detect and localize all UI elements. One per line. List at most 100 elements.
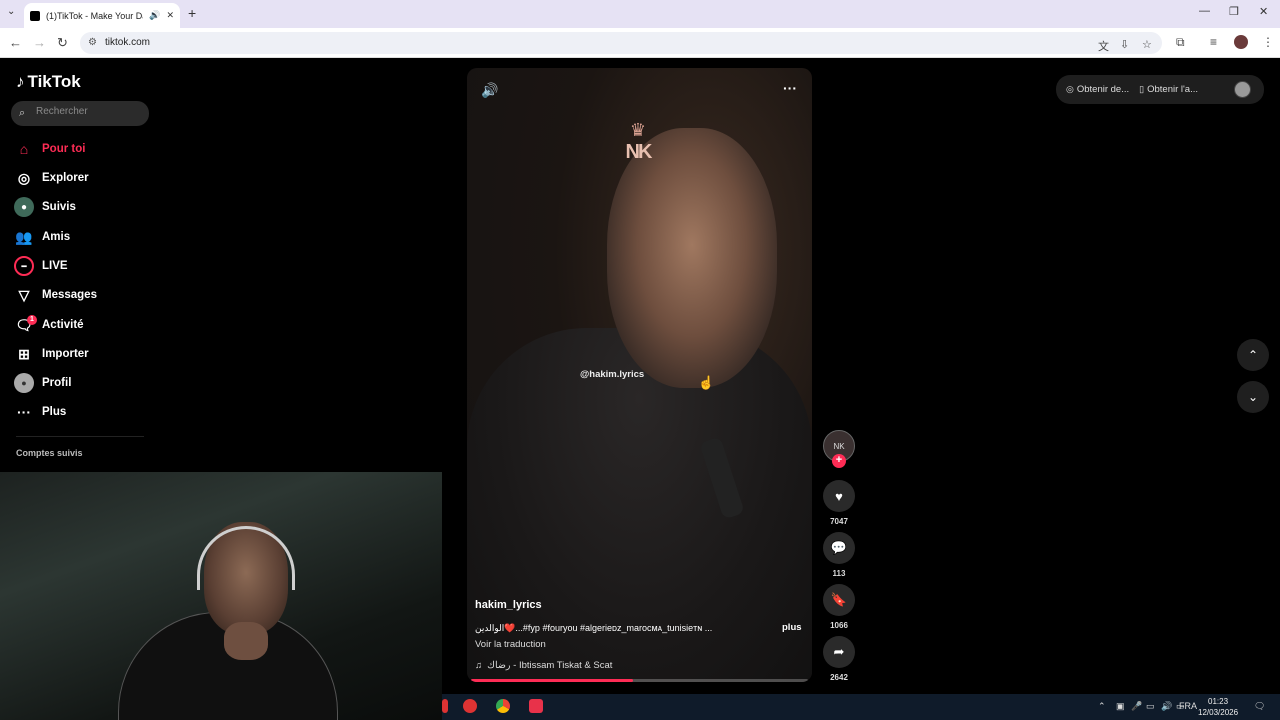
messages-icon: ▽: [18, 286, 30, 303]
activity-badge: 1: [27, 315, 37, 325]
reload-icon[interactable]: ↻: [57, 35, 68, 51]
back-arrow-icon[interactable]: ←: [9, 35, 22, 50]
chrome-profile-avatar[interactable]: [1234, 35, 1248, 49]
video-author[interactable]: hakim_lyrics: [475, 599, 542, 611]
nav-friends[interactable]: 👥 Amis: [14, 225, 154, 249]
headphones-shape: [197, 526, 295, 590]
chevron-down-icon: ⌄: [1247, 390, 1259, 404]
speaker-icon[interactable]: 🔊: [149, 10, 160, 21]
clock-date: 12/03/2026: [1198, 708, 1239, 717]
get-coins-button[interactable]: ◎ Obtenir de...: [1066, 84, 1129, 95]
more-icon: ···: [17, 404, 31, 420]
nav-upload[interactable]: ⊞ Importer: [14, 342, 154, 366]
nav-activity[interactable]: 🗨 1 Activité: [14, 313, 154, 337]
screen: ⌄ (1)TikTok - Make Your Day 🔊 ✕ + — ❐ ✕ …: [0, 0, 1280, 720]
extensions-icon[interactable]: ⧉: [1176, 35, 1185, 50]
video-options-icon[interactable]: ···: [783, 80, 797, 96]
hand-cursor-icon: ☝: [698, 375, 715, 390]
app-icon-partial[interactable]: [442, 699, 448, 713]
following-accounts-heading: Comptes suivis: [16, 448, 83, 458]
next-video-button[interactable]: ⌄: [1237, 381, 1269, 413]
system-clock[interactable]: 01:23 12/03/2026: [1198, 696, 1238, 718]
follow-plus-button[interactable]: +: [832, 454, 846, 468]
app-pink-icon[interactable]: [529, 699, 543, 713]
chrome-menu-icon[interactable]: ⋮: [1262, 35, 1274, 49]
close-window-icon[interactable]: ✕: [1259, 5, 1268, 18]
nav-live[interactable]: ━ LIVE: [14, 254, 154, 278]
friends-icon: 👥: [15, 228, 33, 245]
sidebar-divider: [16, 436, 144, 437]
tiktok-logo[interactable]: ♪ TikTok: [16, 72, 81, 92]
browser-toolbar: ← → ↻ ⚙ tiktok.com 文 ⇩ ☆ ⧉ ≡ ⋮: [0, 28, 1280, 58]
tray-app-icon[interactable]: ▣: [1116, 701, 1125, 712]
clock-time: 01:23: [1208, 697, 1229, 706]
watermark-logo: ♛ NK: [621, 120, 655, 180]
like-count: 7047: [830, 517, 848, 526]
see-translation-link[interactable]: Voir la traduction: [475, 639, 546, 650]
video-player[interactable]: 🔊 ··· ♛ NK @hakim.lyrics ☝ hakim_lyrics …: [467, 68, 812, 682]
tab-list-chevron-icon[interactable]: ⌄: [7, 6, 15, 17]
bookmark-star-icon[interactable]: ☆: [1142, 38, 1152, 51]
profile-icon: ●: [14, 373, 34, 393]
microphone-icon[interactable]: 🎤: [1131, 701, 1142, 712]
share-count: 2642: [830, 673, 848, 682]
nav-for-you[interactable]: ⌂ Pour toi: [14, 137, 154, 161]
webcam-person-hand: [224, 622, 268, 660]
save-button[interactable]: 🔖: [823, 584, 855, 616]
nav-messages[interactable]: ▽ Messages: [14, 283, 154, 307]
description-more-button[interactable]: plus: [782, 622, 802, 633]
minimize-icon[interactable]: —: [1199, 5, 1210, 17]
address-bar[interactable]: ⚙ tiktok.com 文 ⇩ ☆: [80, 32, 1162, 54]
tiktok-note-icon: ♪: [16, 72, 25, 91]
app-red-icon[interactable]: [463, 699, 477, 713]
video-progress-bar[interactable]: [471, 679, 808, 682]
chrome-icon[interactable]: [496, 699, 510, 713]
forward-arrow-icon[interactable]: →: [33, 35, 46, 50]
volume-tray-icon[interactable]: 🔊: [1161, 701, 1172, 712]
comment-button[interactable]: 💬: [823, 532, 855, 564]
nav-more[interactable]: ··· Plus: [14, 400, 154, 424]
watermark-handle: @hakim.lyrics: [580, 369, 645, 380]
comment-icon: 💬: [830, 540, 848, 555]
search-input[interactable]: [36, 106, 141, 117]
media-controls-icon[interactable]: ≡: [1210, 35, 1217, 49]
nav-profile[interactable]: ● Profil: [14, 371, 154, 395]
translate-icon[interactable]: 文: [1098, 38, 1109, 54]
notifications-icon[interactable]: 🗨: [1254, 701, 1265, 712]
webcam-overlay: [0, 472, 442, 720]
volume-icon[interactable]: 🔊: [481, 82, 498, 99]
tab-title: (1)TikTok - Make Your Day: [46, 10, 144, 21]
get-app-button[interactable]: ▯ Obtenir l'a...: [1139, 84, 1198, 95]
crown-icon: ♛: [629, 120, 647, 140]
restore-icon[interactable]: ❐: [1229, 5, 1239, 18]
comment-count: 113: [832, 569, 846, 578]
music-note-icon: ♫: [475, 660, 483, 671]
tray-chevron-icon[interactable]: ⌃: [1098, 701, 1106, 712]
phone-icon: ▯: [1139, 84, 1145, 94]
nav-following[interactable]: ● Suivis: [14, 195, 154, 219]
site-info-icon[interactable]: ⚙: [88, 37, 97, 48]
coin-icon: ◎: [1066, 84, 1074, 94]
language-indicator[interactable]: FRA: [1179, 701, 1197, 711]
new-tab-plus-icon[interactable]: +: [188, 5, 196, 21]
like-button[interactable]: ♥: [823, 480, 855, 512]
save-count: 1066: [830, 621, 848, 630]
video-description: الوالدين❤️...#fyp #fouryou #algerieᴅᴢ_ma…: [475, 623, 713, 633]
previous-video-button[interactable]: ⌃: [1237, 339, 1269, 371]
search-bar[interactable]: ⌕: [11, 101, 149, 126]
bookmark-icon: 🔖: [830, 592, 848, 607]
network-icon[interactable]: ▭: [1146, 701, 1155, 712]
browser-tab[interactable]: (1)TikTok - Make Your Day 🔊 ✕: [24, 3, 180, 28]
nav-explore[interactable]: ◎ Explorer: [14, 166, 154, 190]
upload-icon: ⊞: [18, 345, 30, 362]
music-title: رضاك - Ibtissam Tiskat & Scat: [487, 660, 613, 671]
user-avatar[interactable]: [1234, 81, 1251, 98]
share-button[interactable]: ➦: [823, 636, 855, 668]
music-link[interactable]: ♫ رضاك - Ibtissam Tiskat & Scat: [475, 660, 612, 671]
video-progress-fill: [471, 679, 633, 682]
activity-icon: 🗨 1: [14, 315, 37, 335]
compass-icon: ◎: [17, 169, 31, 186]
home-icon: ⌂: [19, 141, 29, 157]
close-tab-icon[interactable]: ✕: [166, 10, 174, 21]
install-app-icon[interactable]: ⇩: [1120, 38, 1129, 51]
